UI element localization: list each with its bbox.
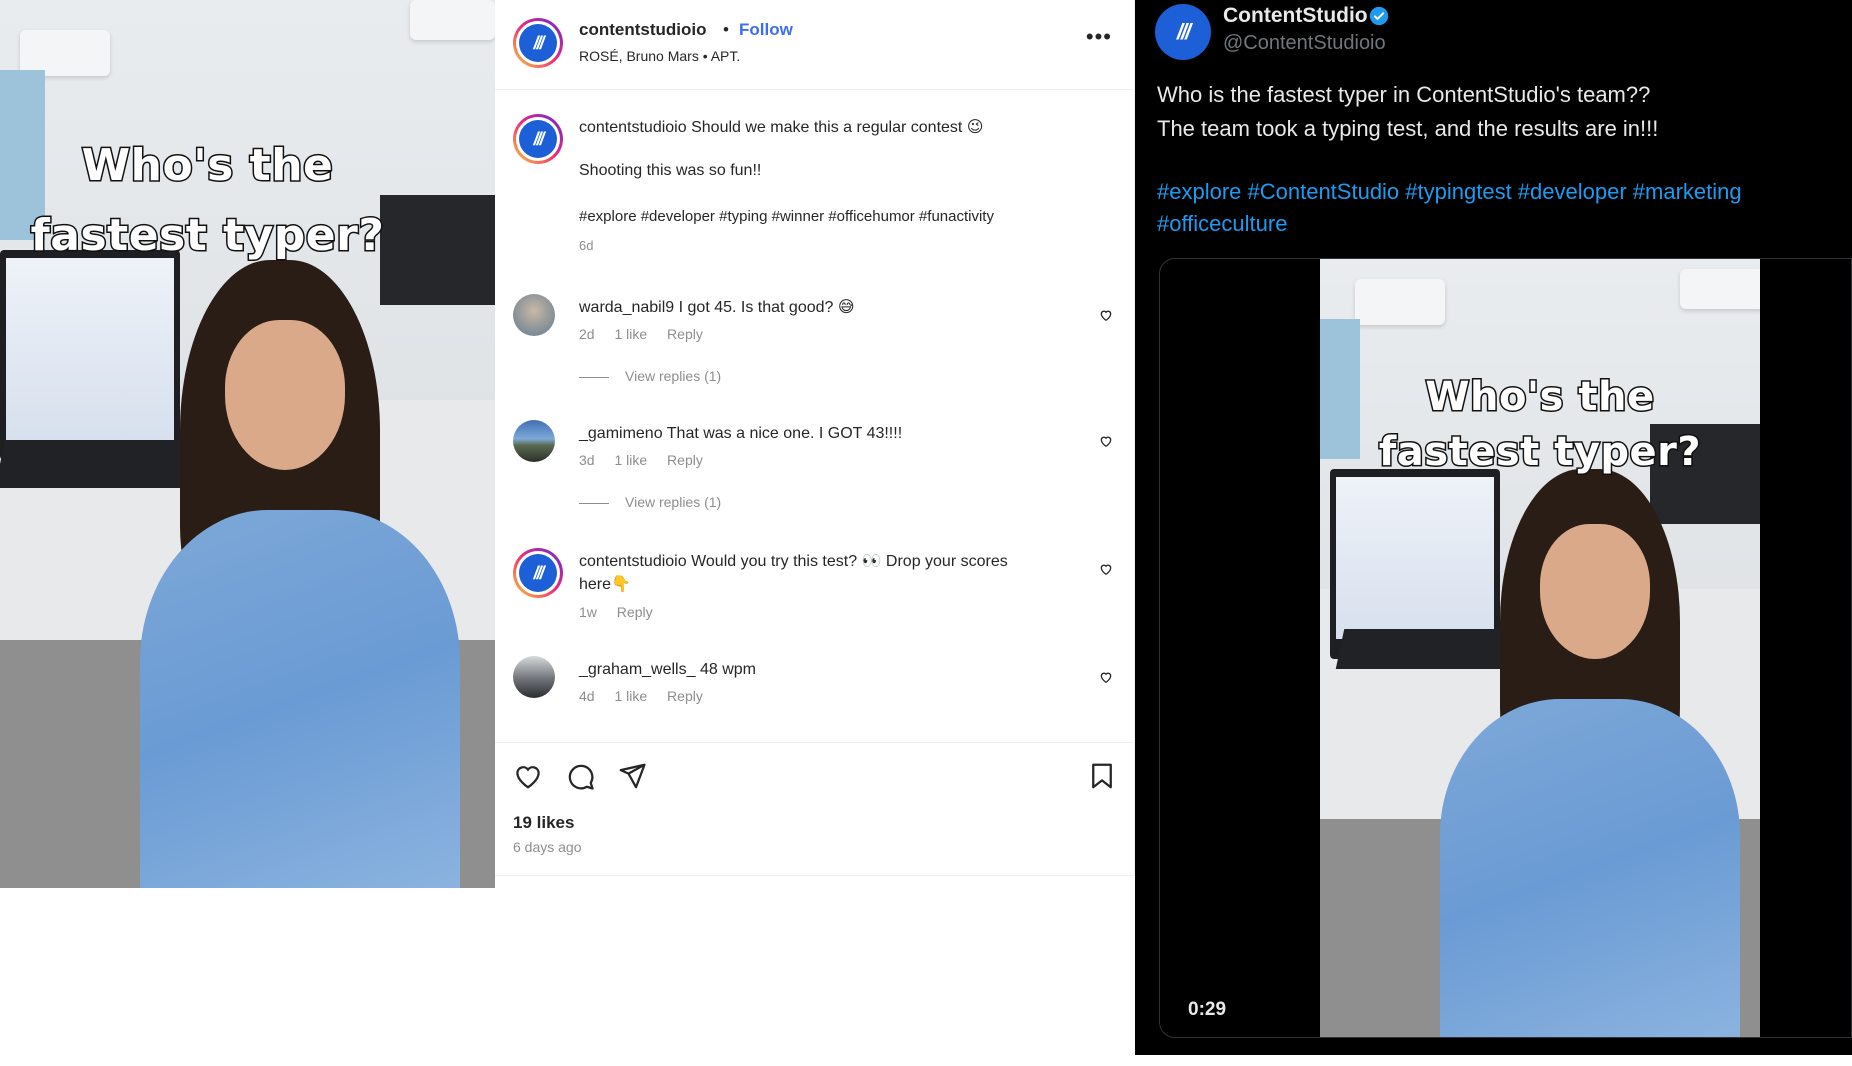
follow-button[interactable]: Follow [739, 20, 793, 40]
tweet-text-line1: Who is the fastest typer in ContentStudi… [1157, 82, 1651, 107]
screenshot-root: Who's the fastest typer? /// contentstud… [0, 0, 1852, 1066]
tweet-video-player[interactable]: Who's the fastest typer? 0:29 [1159, 258, 1852, 1038]
comment-likes[interactable]: 1 like [614, 688, 647, 704]
reply-button[interactable]: Reply [667, 688, 703, 704]
post-date: 6 days ago [513, 839, 582, 855]
heart-icon[interactable] [1099, 562, 1113, 576]
tweet-text: Who is the fastest typer in ContentStudi… [1157, 78, 1837, 146]
comment-message: That was a nice one. I GOT 43!!!! [666, 425, 903, 442]
post-header: /// contentstudioio • Follow ROSÉ, Bruno… [495, 0, 1134, 90]
comments-list[interactable]: /// contentstudioio Should we make this … [495, 90, 1134, 742]
heart-icon[interactable] [1099, 308, 1113, 322]
post-caption: /// contentstudioio Should we make this … [513, 114, 1113, 264]
post-action-bar: 19 likes 6 days ago [495, 742, 1134, 876]
comment-item: warda_nabil9 I got 45. Is that good? 😅 2… [513, 294, 1113, 394]
comment-text: _gamimeno That was a nice one. I GOT 43!… [579, 422, 1059, 445]
commenter-avatar[interactable] [513, 420, 555, 462]
air-conditioner [410, 0, 495, 40]
tweet-text-line2: The team took a typing test, and the res… [1157, 116, 1659, 141]
comment-time: 1w [579, 604, 597, 620]
caption-avatar[interactable]: /// [513, 114, 563, 164]
comment-likes[interactable]: 1 like [614, 326, 647, 342]
commenter-avatar[interactable] [513, 656, 555, 698]
comment-message: I got 45. Is that good? 😅 [678, 299, 855, 316]
audio-track-link[interactable]: ROSÉ, Bruno Mars • APT. [579, 48, 740, 64]
video-timestamp: 0:29 [1188, 999, 1227, 1020]
comment-text: warda_nabil9 I got 45. Is that good? 😅 [579, 296, 1059, 319]
twitter-post-panel: /// ContentStudio @ContentStudioio Who i… [1135, 0, 1852, 1055]
caption-message: Should we make this a regular contest 😉 [691, 119, 984, 136]
view-replies-label: View replies (1) [625, 494, 722, 510]
person [140, 260, 460, 888]
overlay-title-line1: Who's the [80, 139, 334, 193]
tweet-author-name[interactable]: ContentStudio [1223, 4, 1368, 28]
caption-username[interactable]: contentstudioio [579, 119, 687, 136]
comment-icon[interactable] [565, 761, 595, 791]
comment-meta: 1w Reply [579, 604, 669, 620]
contentstudio-logo-icon: /// [1155, 4, 1211, 60]
contentstudio-logo-icon: /// [519, 24, 557, 62]
comment-time: 2d [579, 326, 595, 342]
reply-button[interactable]: Reply [667, 452, 703, 468]
video-overlay-title-line1: Who's the [1424, 373, 1656, 422]
comment-time: 4d [579, 688, 595, 704]
video-overlay-title-line2: fastest typer? [1377, 428, 1702, 477]
caption-time: 6d [579, 238, 594, 253]
comment-time: 3d [579, 452, 595, 468]
comment-meta: 2d 1 like Reply [579, 326, 719, 342]
caption-text: contentstudioio Should we make this a re… [579, 116, 1059, 139]
comment-text: _graham_wells_ 48 wpm [579, 658, 1059, 681]
person [1440, 469, 1740, 1037]
comment-item: _gamimeno That was a nice one. I GOT 43!… [513, 420, 1113, 520]
post-author-username[interactable]: contentstudioio [579, 20, 706, 40]
caption-hashtags[interactable]: #explore #developer #typing #winner #off… [579, 208, 994, 225]
account-avatar[interactable]: /// [513, 18, 563, 68]
view-replies-label: View replies (1) [625, 368, 722, 384]
overlay-title-line2: fastest typer? [29, 209, 385, 263]
like-heart-icon[interactable] [513, 761, 543, 791]
like-count[interactable]: 19 likes [513, 813, 574, 833]
tweet-author-avatar[interactable]: /// [1155, 4, 1211, 60]
separator-dot: • [723, 20, 729, 39]
comment-likes[interactable]: 1 like [614, 452, 647, 468]
comment-username[interactable]: warda_nabil9 [579, 299, 674, 316]
comment-meta: 4d 1 like Reply [579, 688, 719, 704]
video-frame: Who's the fastest typer? [1320, 259, 1760, 1037]
view-replies-link[interactable]: View replies (1) [579, 368, 721, 384]
reply-button[interactable]: Reply [617, 604, 653, 620]
comment-username[interactable]: _graham_wells_ [579, 661, 696, 678]
commenter-avatar[interactable] [513, 294, 555, 336]
comment-item: /// contentstudioio Would you try this t… [513, 548, 1113, 628]
caption-line2: Shooting this was so fun!! [579, 162, 762, 179]
more-options-icon[interactable]: ••• [1086, 24, 1112, 50]
tweet-hashtags[interactable]: #explore #ContentStudio #typingtest #dev… [1157, 176, 1837, 240]
office-scene [0, 0, 495, 888]
commenter-avatar[interactable]: /// [513, 548, 563, 598]
tweet-author-handle[interactable]: @ContentStudioio [1223, 32, 1386, 55]
verified-badge-icon [1369, 6, 1389, 26]
contentstudio-logo-icon: /// [519, 554, 557, 592]
share-send-icon[interactable] [617, 761, 647, 791]
comment-text: contentstudioio Would you try this test?… [579, 550, 1019, 596]
comment-username[interactable]: contentstudioio [579, 553, 687, 570]
comment-item: _graham_wells_ 48 wpm 4d 1 like Reply [513, 656, 1113, 742]
instagram-post-panel: /// contentstudioio • Follow ROSÉ, Bruno… [495, 0, 1135, 876]
instagram-post-image[interactable]: Who's the fastest typer? [0, 0, 495, 888]
air-conditioner [1355, 279, 1445, 325]
heart-icon[interactable] [1099, 434, 1113, 448]
air-conditioner [1680, 269, 1760, 309]
heart-icon[interactable] [1099, 670, 1113, 684]
reply-button[interactable]: Reply [667, 326, 703, 342]
comment-username[interactable]: _gamimeno [579, 425, 663, 442]
comment-meta: 3d 1 like Reply [579, 452, 719, 468]
bookmark-icon[interactable] [1087, 761, 1117, 791]
comment-message: 48 wpm [699, 661, 756, 678]
view-replies-link[interactable]: View replies (1) [579, 494, 721, 510]
contentstudio-logo-icon: /// [519, 120, 557, 158]
